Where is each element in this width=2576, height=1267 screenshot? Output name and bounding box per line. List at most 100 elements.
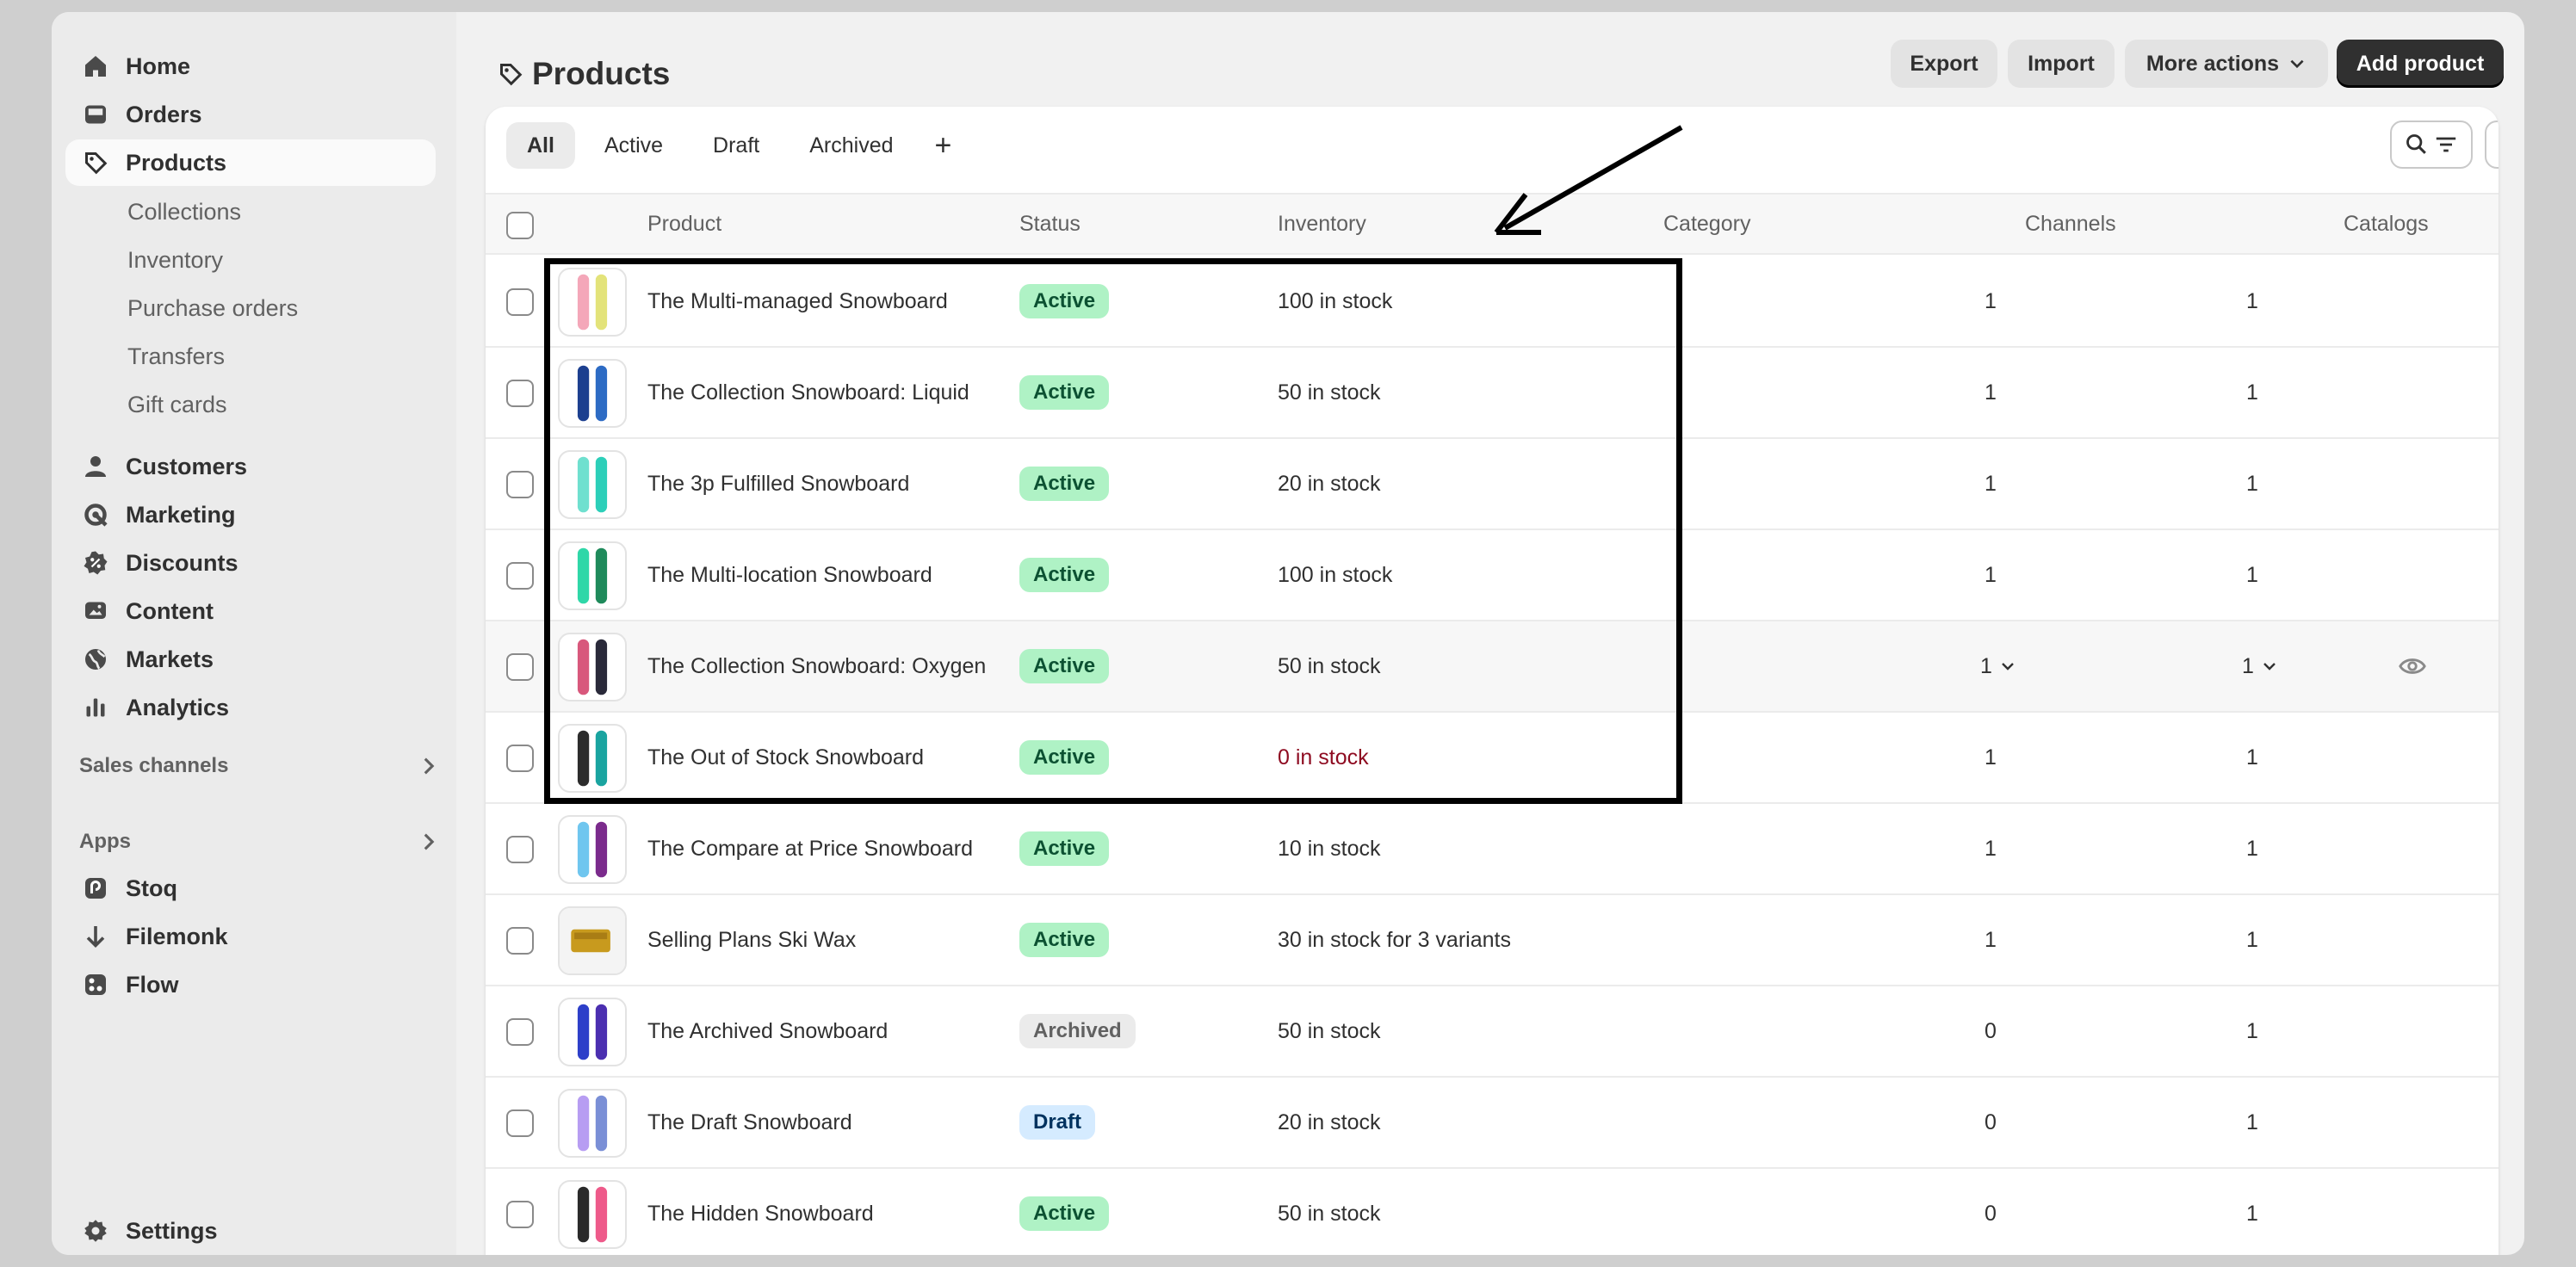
flow-app-icon xyxy=(81,970,110,999)
table-row[interactable]: The Hidden Snowboard Active 50 in stock 0 1 xyxy=(486,1169,2499,1255)
row-checkbox[interactable] xyxy=(506,1109,534,1137)
product-thumbnail[interactable] xyxy=(558,633,627,701)
sidebar-app-filemonk[interactable]: Filemonk xyxy=(65,913,436,960)
sidebar-item-label: Flow xyxy=(126,971,179,998)
row-checkbox[interactable] xyxy=(506,836,534,863)
table-row[interactable]: The Out of Stock Snowboard Active 0 in sto… xyxy=(486,713,2499,804)
table-row[interactable]: The Draft Snowboard Draft 20 in stock 0 1 xyxy=(486,1078,2499,1169)
add-product-button[interactable]: Add product xyxy=(2337,40,2504,88)
sidebar-item-analytics[interactable]: Analytics xyxy=(65,684,436,731)
sidebar-subitem-inventory[interactable]: Inventory xyxy=(127,238,223,281)
catalogs-value: 1 xyxy=(2246,745,2258,769)
chevron-down-icon xyxy=(2290,59,2304,69)
status-badge: Active xyxy=(1019,1196,1110,1231)
more-actions-button[interactable]: More actions xyxy=(2125,40,2328,88)
product-thumbnail[interactable] xyxy=(558,450,627,519)
product-thumbnail[interactable] xyxy=(558,541,627,610)
search-filter-button[interactable] xyxy=(2390,121,2473,169)
sidebar-item-discounts[interactable]: Discounts xyxy=(65,540,436,586)
sidebar-item-settings[interactable]: Settings xyxy=(65,1208,436,1254)
product-name: The Multi-managed Snowboard xyxy=(647,288,948,313)
sidebar-app-flow[interactable]: Flow xyxy=(65,961,436,1008)
catalogs-value: 1 xyxy=(2246,927,2258,952)
product-thumbnail[interactable] xyxy=(558,815,627,884)
catalogs-dropdown[interactable]: 1 xyxy=(2221,621,2299,711)
status-badge: Archived xyxy=(1019,1014,1136,1048)
catalogs-value: 1 xyxy=(2246,1109,2258,1134)
product-thumbnail[interactable] xyxy=(558,268,627,337)
row-checkbox[interactable] xyxy=(506,288,534,316)
sidebar-item-label: Marketing xyxy=(126,501,236,528)
stoq-app-icon xyxy=(81,874,110,903)
product-thumbnail[interactable] xyxy=(558,906,627,975)
search-icon xyxy=(2406,134,2426,154)
tab-draft[interactable]: Draft xyxy=(692,122,780,169)
row-checkbox[interactable] xyxy=(506,1201,534,1228)
row-checkbox[interactable] xyxy=(506,562,534,590)
inventory-value: 20 in stock xyxy=(1278,471,1381,496)
home-icon xyxy=(81,52,110,81)
sales-channels-section[interactable]: Sales channels xyxy=(79,746,441,786)
select-all-checkbox[interactable] xyxy=(506,212,534,239)
sort-arrows-icon xyxy=(2497,132,2499,158)
sidebar-item-marketing[interactable]: Marketing xyxy=(65,491,436,538)
column-header-status[interactable]: Status xyxy=(1019,195,1081,253)
row-checkbox[interactable] xyxy=(506,745,534,772)
table-row[interactable]: Selling Plans Ski Wax Active 30 in stock f… xyxy=(486,895,2499,986)
channels-value: 1 xyxy=(1980,653,1992,678)
row-checkbox[interactable] xyxy=(506,1018,534,1046)
channels-value: 1 xyxy=(1985,745,1997,769)
product-thumbnail[interactable] xyxy=(558,998,627,1066)
product-thumbnail[interactable] xyxy=(558,1180,627,1249)
sidebar-item-markets[interactable]: Markets xyxy=(65,636,436,683)
preview-eye-icon[interactable] xyxy=(2395,621,2430,711)
sidebar-item-products[interactable]: Products xyxy=(65,139,436,186)
product-thumbnail[interactable] xyxy=(558,1089,627,1158)
import-button[interactable]: Import xyxy=(2008,40,2115,88)
sidebar-item-label: Settings xyxy=(126,1217,218,1244)
sidebar-subitem-purchase-orders[interactable]: Purchase orders xyxy=(127,287,298,330)
apps-section[interactable]: Apps xyxy=(79,822,441,862)
tab-all[interactable]: All xyxy=(506,122,575,169)
column-header-channels[interactable]: Channels xyxy=(2025,195,2116,253)
status-badge: Active xyxy=(1019,467,1110,501)
column-header-category[interactable]: Category xyxy=(1663,195,1750,253)
table-row[interactable]: The Multi-managed Snowboard Active 100 in … xyxy=(486,256,2499,348)
table-row[interactable]: The Archived Snowboard Archived 50 in stoc… xyxy=(486,986,2499,1078)
column-header-product[interactable]: Product xyxy=(647,195,721,253)
status-badge: Active xyxy=(1019,831,1110,866)
channels-value: 0 xyxy=(1985,1201,1997,1226)
row-checkbox[interactable] xyxy=(506,927,534,955)
table-row[interactable]: The Collection Snowboard: Liquid Active 50… xyxy=(486,348,2499,439)
sidebar-item-customers[interactable]: Customers xyxy=(65,443,436,490)
column-header-catalogs[interactable]: Catalogs xyxy=(2344,195,2429,253)
sidebar-subitem-collections[interactable]: Collections xyxy=(127,190,241,233)
table-row[interactable]: The Collection Snowboard: Oxygen Active 50… xyxy=(486,621,2499,713)
sidebar-item-label: Content xyxy=(126,597,214,624)
add-view-button[interactable]: + xyxy=(923,122,964,169)
channels-dropdown[interactable]: 1 xyxy=(1960,621,2037,711)
inventory-value: 50 in stock xyxy=(1278,653,1381,678)
table-row[interactable]: The Multi-location Snowboard Active 100 in… xyxy=(486,530,2499,621)
sort-button[interactable] xyxy=(2485,121,2499,169)
sidebar: Home Orders Products Collections Invento… xyxy=(52,12,456,1255)
row-checkbox[interactable] xyxy=(506,471,534,498)
sidebar-item-content[interactable]: Content xyxy=(65,588,436,634)
table-row[interactable]: The Compare at Price Snowboard Active 10 i… xyxy=(486,804,2499,895)
sidebar-item-orders[interactable]: Orders xyxy=(65,91,436,138)
product-thumbnail[interactable] xyxy=(558,724,627,793)
tab-archived[interactable]: Archived xyxy=(789,122,913,169)
product-thumbnail[interactable] xyxy=(558,359,627,428)
sidebar-subitem-transfers[interactable]: Transfers xyxy=(127,335,225,378)
column-header-inventory[interactable]: Inventory xyxy=(1278,195,1366,253)
export-button[interactable]: Export xyxy=(1891,40,1997,88)
channels-value: 1 xyxy=(1985,471,1997,496)
sidebar-item-home[interactable]: Home xyxy=(65,43,436,90)
tab-active[interactable]: Active xyxy=(584,122,684,169)
sidebar-app-stoq[interactable]: Stoq xyxy=(65,865,436,912)
row-checkbox[interactable] xyxy=(506,380,534,407)
row-checkbox[interactable] xyxy=(506,653,534,681)
sidebar-subitem-gift-cards[interactable]: Gift cards xyxy=(127,383,227,426)
table-header: Product Status Inventory Category Channe… xyxy=(486,193,2499,255)
table-row[interactable]: The 3p Fulfilled Snowboard Active 20 in st… xyxy=(486,439,2499,530)
